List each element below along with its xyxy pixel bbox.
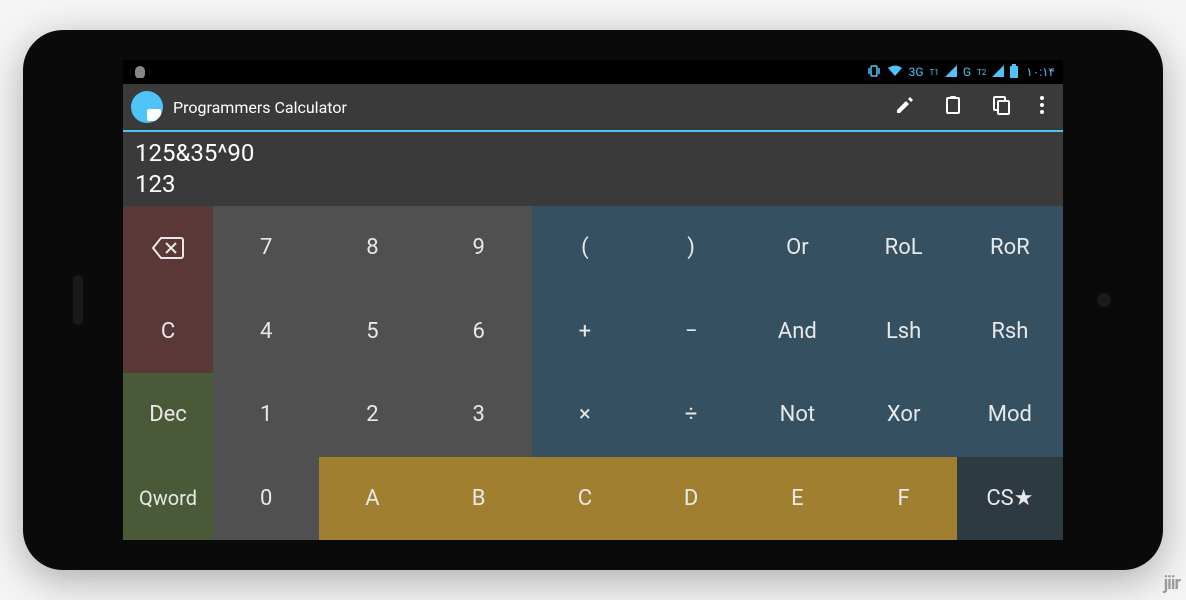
calc-display: 125&35^90 123 <box>123 132 1063 206</box>
phone-camera <box>1097 293 1111 307</box>
copy-icon[interactable] <box>991 95 1011 120</box>
xor-button[interactable]: Xor <box>851 373 957 457</box>
wordsize-button[interactable]: Qword <box>123 457 213 541</box>
hex-e-button[interactable]: E <box>744 457 850 541</box>
digit-1-button[interactable]: 1 <box>213 373 319 457</box>
plus-button[interactable]: + <box>532 290 638 374</box>
sim1-label: T1 <box>930 68 939 77</box>
rol-button[interactable]: RoL <box>851 206 957 290</box>
backspace-button[interactable] <box>123 206 213 290</box>
and-button[interactable]: And <box>744 290 850 374</box>
sim2-label: T2 <box>977 68 986 77</box>
lsh-button[interactable]: Lsh <box>851 290 957 374</box>
clear-button[interactable]: C <box>123 290 213 374</box>
debug-icon <box>131 64 149 81</box>
result-line: 123 <box>135 169 1051 200</box>
digit-0-button[interactable]: 0 <box>213 457 319 541</box>
phone-speaker <box>73 275 83 325</box>
screen: 3G T1 G T2 ١٠:١۴ Programmers Calculator <box>123 60 1063 540</box>
not-button[interactable]: Not <box>744 373 850 457</box>
digit-4-button[interactable]: 4 <box>213 290 319 374</box>
digit-2-button[interactable]: 2 <box>319 373 425 457</box>
phone-frame: 3G T1 G T2 ١٠:١۴ Programmers Calculator <box>23 30 1163 570</box>
vibrate-icon <box>867 64 881 81</box>
hex-f-button[interactable]: F <box>851 457 957 541</box>
signal-2-icon <box>992 65 1004 80</box>
divide-button[interactable]: ÷ <box>638 373 744 457</box>
base-button[interactable]: Dec <box>123 373 213 457</box>
digit-7-button[interactable]: 7 <box>213 206 319 290</box>
digit-3-button[interactable]: 3 <box>426 373 532 457</box>
minus-button[interactable]: − <box>638 290 744 374</box>
network-2-label: G <box>963 65 971 79</box>
status-bar: 3G T1 G T2 ١٠:١۴ <box>123 60 1063 84</box>
rsh-button[interactable]: Rsh <box>957 290 1063 374</box>
digit-8-button[interactable]: 8 <box>319 206 425 290</box>
overflow-menu-icon[interactable] <box>1039 95 1045 120</box>
clock-label: ١٠:١۴ <box>1026 65 1055 79</box>
wifi-icon <box>887 65 903 80</box>
hex-d-button[interactable]: D <box>638 457 744 541</box>
paste-icon[interactable] <box>943 95 963 120</box>
multiply-button[interactable]: × <box>532 373 638 457</box>
rparen-button[interactable]: ) <box>638 206 744 290</box>
hex-a-button[interactable]: A <box>319 457 425 541</box>
lparen-button[interactable]: ( <box>532 206 638 290</box>
edit-icon[interactable] <box>895 95 915 120</box>
watermark: jiir <box>1164 573 1180 594</box>
keypad: 7 8 9 ( ) Or RoL RoR C 4 5 6 + − And Lsh… <box>123 206 1063 540</box>
mod-button[interactable]: Mod <box>957 373 1063 457</box>
or-button[interactable]: Or <box>744 206 850 290</box>
digit-6-button[interactable]: 6 <box>426 290 532 374</box>
digit-5-button[interactable]: 5 <box>319 290 425 374</box>
hex-c-button[interactable]: C <box>532 457 638 541</box>
battery-icon <box>1010 64 1018 81</box>
hex-b-button[interactable]: B <box>426 457 532 541</box>
network-1-label: 3G <box>909 65 924 79</box>
app-title: Programmers Calculator <box>173 98 895 117</box>
expression-line: 125&35^90 <box>135 138 1051 169</box>
action-bar: Programmers Calculator <box>123 84 1063 132</box>
signal-1-icon <box>945 65 957 80</box>
cs-star-button[interactable]: CS★ <box>957 457 1063 541</box>
digit-9-button[interactable]: 9 <box>426 206 532 290</box>
ror-button[interactable]: RoR <box>957 206 1063 290</box>
app-icon <box>131 91 163 123</box>
